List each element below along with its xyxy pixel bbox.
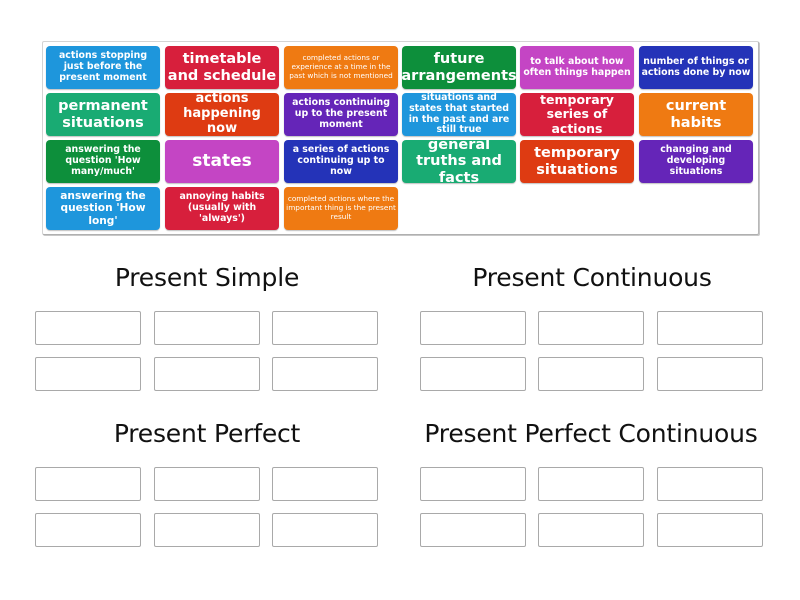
- answer-tile[interactable]: temporary series of actions: [520, 91, 634, 136]
- drop-slot[interactable]: [538, 467, 644, 501]
- answer-tile[interactable]: completed actions or experience at a tim…: [284, 46, 398, 89]
- drop-slot[interactable]: [420, 311, 526, 345]
- answer-tile[interactable]: timetable and schedule: [165, 46, 279, 89]
- answer-tile[interactable]: states: [165, 140, 279, 183]
- answer-tile[interactable]: changing and developing situations: [639, 140, 753, 183]
- tile-label: states: [192, 150, 252, 171]
- drop-slot[interactable]: [154, 513, 260, 547]
- drop-slot[interactable]: [35, 467, 141, 501]
- answer-tile[interactable]: situations and states that started in th…: [402, 91, 516, 136]
- tile-label: future arrangements: [401, 50, 517, 84]
- drop-slot[interactable]: [272, 467, 378, 501]
- drop-slot[interactable]: [657, 513, 763, 547]
- drop-slot[interactable]: [420, 467, 526, 501]
- group-title-present-simple: Present Simple: [114, 263, 300, 292]
- tile-label: actions happening now: [183, 91, 261, 136]
- answer-tile[interactable]: actions continuing up to the present mom…: [284, 93, 398, 136]
- tile-label: completed actions where the important th…: [286, 194, 396, 221]
- drop-slot[interactable]: [35, 357, 141, 391]
- tile-label: answering the question 'How long': [60, 190, 146, 227]
- drop-slot[interactable]: [154, 467, 260, 501]
- drop-slot[interactable]: [657, 357, 763, 391]
- answer-tile[interactable]: actions stopping just before the present…: [46, 46, 160, 89]
- drop-slot[interactable]: [35, 513, 141, 547]
- group-title-present-perfect: Present Perfect: [113, 419, 301, 448]
- drop-slot[interactable]: [154, 357, 260, 391]
- answer-tile[interactable]: answering the question 'How long': [46, 187, 160, 230]
- drop-slot[interactable]: [657, 311, 763, 345]
- drop-slot[interactable]: [272, 311, 378, 345]
- tile-label: to talk about how often things happen: [523, 55, 631, 78]
- drop-slot[interactable]: [35, 311, 141, 345]
- tile-label: a series of actions continuing up to now: [292, 144, 390, 177]
- tile-label: current habits: [665, 97, 727, 131]
- tile-label: temporary situations: [534, 144, 620, 178]
- tile-label: general truths and facts: [416, 136, 502, 186]
- tile-label: actions stopping just before the present…: [58, 50, 148, 83]
- answer-tile[interactable]: general truths and facts: [402, 137, 516, 186]
- drop-slot[interactable]: [154, 311, 260, 345]
- tile-label: annoying habits (usually with 'always'): [179, 191, 265, 224]
- tile-label: permanent situations: [58, 97, 148, 131]
- answer-tile[interactable]: number of things or actions done by now: [639, 46, 753, 89]
- drop-slot[interactable]: [538, 357, 644, 391]
- answer-tile[interactable]: actions happening now: [165, 91, 279, 136]
- tile-label: number of things or actions done by now: [641, 55, 751, 78]
- tile-label: answering the question 'How many/much': [65, 144, 141, 177]
- answer-tile[interactable]: completed actions where the important th…: [284, 187, 398, 230]
- tile-label: situations and states that started in th…: [408, 91, 510, 136]
- drop-slot[interactable]: [272, 357, 378, 391]
- answer-tile[interactable]: current habits: [639, 93, 753, 136]
- tile-label: timetable and schedule: [167, 50, 277, 84]
- answer-tile[interactable]: permanent situations: [46, 93, 160, 136]
- drop-slot[interactable]: [538, 311, 644, 345]
- answer-tile[interactable]: to talk about how often things happen: [520, 46, 634, 89]
- drop-slot[interactable]: [272, 513, 378, 547]
- drop-slot[interactable]: [657, 467, 763, 501]
- drop-slot[interactable]: [420, 513, 526, 547]
- drop-slot[interactable]: [538, 513, 644, 547]
- group-title-present-perfect-continuous: Present Perfect Continuous: [424, 419, 758, 448]
- drop-slot[interactable]: [420, 357, 526, 391]
- tile-label: temporary series of actions: [540, 91, 614, 136]
- tile-label: changing and developing situations: [660, 144, 732, 177]
- tile-label: actions continuing up to the present mom…: [292, 97, 390, 130]
- answer-tile[interactable]: temporary situations: [520, 140, 634, 183]
- tile-label: completed actions or experience at a tim…: [289, 53, 393, 80]
- answer-tile[interactable]: future arrangements: [401, 46, 517, 89]
- answer-tile[interactable]: annoying habits (usually with 'always'): [165, 187, 279, 230]
- answer-tile[interactable]: a series of actions continuing up to now: [284, 140, 398, 183]
- answer-tile[interactable]: answering the question 'How many/much': [46, 140, 160, 183]
- group-title-present-continuous: Present Continuous: [472, 263, 712, 292]
